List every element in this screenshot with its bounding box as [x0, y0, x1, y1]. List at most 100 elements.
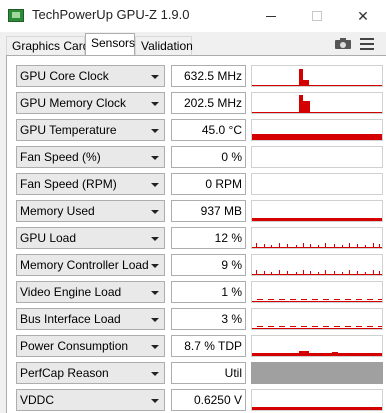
graph-dash — [312, 326, 318, 327]
dropdown-arrow-icon — [151, 399, 159, 403]
minimize-button[interactable] — [248, 0, 294, 32]
sensor-select[interactable]: GPU Load — [16, 227, 165, 249]
sensor-graph — [251, 254, 383, 276]
sensor-row: Fan Speed (%) 0 % — [16, 146, 383, 169]
graph-tick — [342, 245, 343, 248]
sensor-select[interactable]: Fan Speed (%) — [16, 146, 165, 168]
graph-dash — [301, 326, 307, 327]
graph-dash — [301, 299, 307, 300]
sensor-select[interactable]: GPU Core Clock — [16, 65, 165, 87]
sensor-select[interactable]: PerfCap Reason — [16, 362, 165, 384]
sensor-label: VDDC — [20, 393, 55, 407]
graph-tick — [310, 244, 311, 248]
dropdown-arrow-icon — [151, 372, 159, 376]
graph-tick — [264, 271, 265, 275]
sensor-label: GPU Memory Clock — [20, 96, 127, 110]
graph-spike-block — [303, 101, 310, 113]
sensor-label: Bus Interface Load — [20, 312, 121, 326]
sensor-label: Memory Controller Load — [20, 258, 149, 272]
tab-bar: Graphics Card Sensors Validation — [0, 32, 386, 55]
title-bar: TechPowerUp GPU-Z 1.9.0 ✕ — [0, 0, 386, 32]
sensor-graph-svg — [252, 363, 382, 383]
sensor-select[interactable]: GPU Memory Clock — [16, 92, 165, 114]
sensor-value-box: Util — [171, 362, 246, 384]
graph-tick — [334, 271, 335, 275]
graph-tick — [287, 244, 288, 248]
close-button[interactable]: ✕ — [340, 0, 386, 32]
graph-tick — [303, 270, 304, 275]
graph-dash — [378, 299, 382, 300]
sensor-label: GPU Core Clock — [20, 69, 109, 83]
graph-tick — [357, 244, 358, 248]
sensor-row: GPU Memory Clock 202.5 MHz — [16, 92, 383, 115]
graph-tick — [349, 270, 350, 275]
sensor-value-box: 937 MB — [171, 200, 246, 222]
sensor-label: Fan Speed (RPM) — [20, 177, 117, 191]
graph-bump — [332, 352, 338, 353]
sensor-value-box: 8.7 % TDP — [171, 335, 246, 357]
sensor-value-box: 632.5 MHz — [171, 65, 246, 87]
camera-icon[interactable] — [335, 38, 351, 49]
sensor-graph-svg — [252, 326, 382, 329]
sensor-select[interactable]: Power Consumption — [16, 335, 165, 357]
graph-dash — [345, 299, 351, 300]
graph-fill — [252, 407, 382, 410]
sensor-select[interactable]: Bus Interface Load — [16, 308, 165, 330]
graph-dash — [367, 299, 373, 300]
graph-fill — [252, 218, 382, 221]
graph-tick — [256, 270, 257, 275]
sensor-row: Bus Interface Load 3 % — [16, 308, 383, 331]
sensor-select[interactable]: GPU Temperature — [16, 119, 165, 141]
sensor-select[interactable]: Fan Speed (RPM) — [16, 173, 165, 195]
sensor-value: 632.5 MHz — [183, 69, 242, 83]
sensor-select[interactable]: Video Engine Load — [16, 281, 165, 303]
maximize-icon — [312, 11, 322, 21]
sensor-value: 0.6250 V — [193, 393, 242, 407]
graph-dash — [345, 326, 351, 327]
dropdown-arrow-icon — [151, 102, 159, 106]
sensor-value: 0 RPM — [205, 177, 242, 191]
maximize-button[interactable] — [294, 0, 340, 32]
graph-dash — [290, 326, 296, 327]
sensor-graph-svg — [252, 218, 382, 221]
graph-baseline — [252, 112, 382, 113]
window-title: TechPowerUp GPU-Z 1.9.0 — [32, 7, 190, 22]
dropdown-arrow-icon — [151, 183, 159, 187]
graph-fill — [252, 134, 382, 140]
graph-dash — [367, 326, 373, 327]
graph-dash — [279, 299, 285, 300]
sensor-graph — [251, 227, 383, 249]
tab-graphics-card[interactable]: Graphics Card — [6, 36, 89, 55]
tab-validation[interactable]: Validation — [135, 36, 193, 55]
sensor-value-box: 0 RPM — [171, 173, 246, 195]
dropdown-arrow-icon — [151, 75, 159, 79]
sensor-select[interactable]: Memory Controller Load — [16, 254, 165, 276]
graph-tick — [256, 243, 257, 248]
sensor-graph — [251, 173, 383, 195]
sensor-graph — [251, 65, 383, 87]
sensor-label: Power Consumption — [20, 339, 129, 353]
sensor-row: Fan Speed (RPM) 0 RPM — [16, 173, 383, 196]
graph-tick — [349, 243, 350, 248]
graph-dash — [257, 326, 263, 327]
sensor-graph-svg — [252, 134, 382, 140]
graph-tick — [318, 272, 319, 275]
graph-tick — [271, 272, 272, 275]
gpu-z-app-icon — [8, 9, 24, 22]
sensor-select[interactable]: Memory Used — [16, 200, 165, 222]
sensor-label: Memory Used — [20, 204, 95, 218]
sensor-value: 8.7 % TDP — [184, 339, 242, 353]
sensor-row: GPU Load 12 % — [16, 227, 383, 250]
sensor-select[interactable]: VDDC — [16, 389, 165, 411]
graph-dash — [334, 326, 340, 327]
graph-tick — [379, 271, 380, 275]
sensor-value-box: 12 % — [171, 227, 246, 249]
dropdown-arrow-icon — [151, 264, 159, 268]
sensor-value: 202.5 MHz — [183, 96, 242, 110]
tab-sensors[interactable]: Sensors — [85, 33, 135, 55]
dropdown-arrow-icon — [151, 210, 159, 214]
graph-tick — [365, 245, 366, 248]
hamburger-menu-icon[interactable] — [360, 38, 374, 50]
close-icon: ✕ — [357, 7, 369, 24]
sensor-value-box: 1 % — [171, 281, 246, 303]
